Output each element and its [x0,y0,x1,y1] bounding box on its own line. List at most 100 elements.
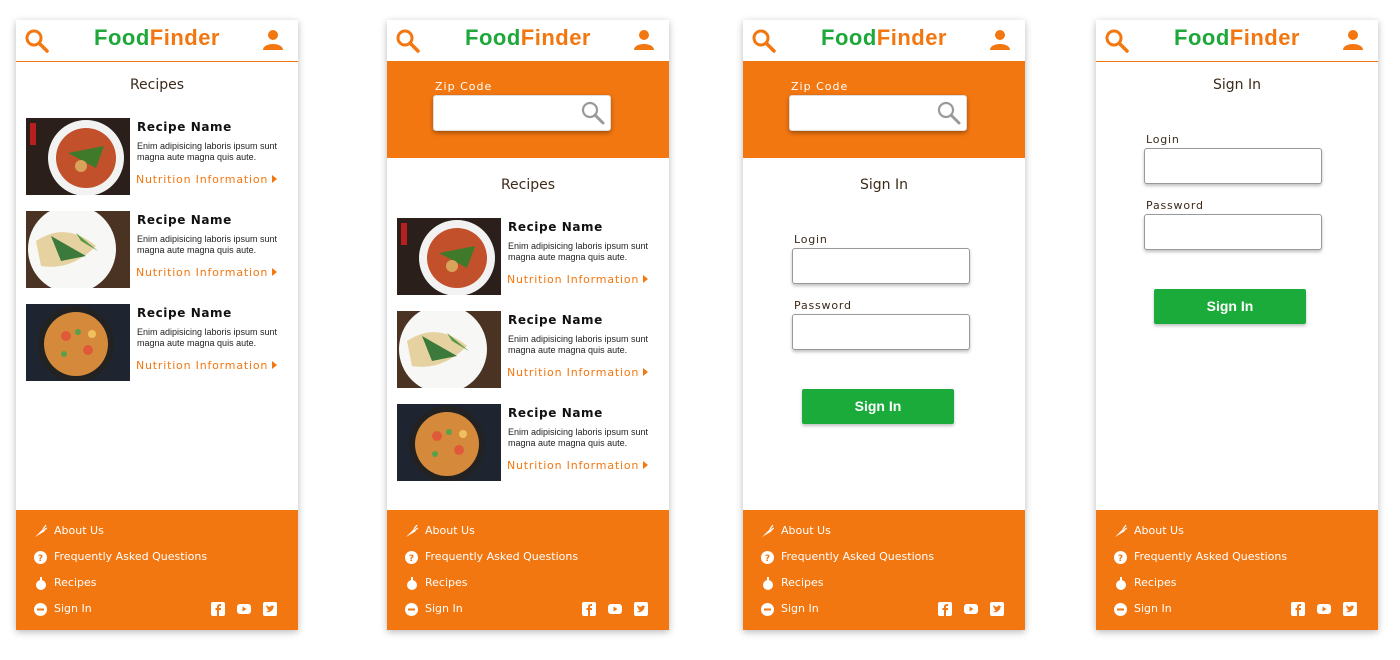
footer-recipes-label: Recipes [54,576,97,589]
zip-code-input[interactable] [433,95,611,131]
nutrition-info-label: Nutrition Information [136,266,269,279]
recipe-name[interactable]: Recipe Name [508,220,603,234]
zip-search-band: Zip Code [743,62,1025,158]
phone-screen-recipes: FoodFinder Recipes Recipe Name Enim adip… [16,20,298,630]
nutrition-info-label: Nutrition Information [136,359,269,372]
facebook-icon[interactable] [1291,602,1305,616]
app-logo[interactable]: FoodFinder [16,25,298,51]
question-icon: ? [34,551,47,564]
password-label: Password [794,299,852,312]
footer-about-us-label: About Us [54,524,104,537]
question-icon: ? [761,551,774,564]
youtube-icon[interactable] [237,602,251,616]
nutrition-info-link[interactable]: Nutrition Information [507,459,649,472]
recipe-description: Enim adipisicing laboris ipsum sunt magn… [137,141,278,162]
user-icon[interactable] [262,29,284,51]
logo-food-text: Food [94,25,150,50]
recipe-name[interactable]: Recipe Name [137,306,232,320]
user-icon[interactable] [633,29,655,51]
logo-finder-text: Finder [876,25,947,50]
recipe-card[interactable]: Recipe Name Enim adipisicing laboris ips… [26,118,291,196]
recipe-card[interactable]: Recipe Name Enim adipisicing laboris ips… [397,218,662,296]
user-icon[interactable] [1342,29,1364,51]
login-input[interactable] [792,248,970,284]
twitter-icon[interactable] [634,602,648,616]
recipe-card[interactable]: Recipe Name Enim adipisicing laboris ips… [397,404,662,482]
paella-photo[interactable] [397,404,501,481]
app-logo[interactable]: FoodFinder [1096,25,1378,51]
app-logo[interactable]: FoodFinder [387,25,669,51]
twitter-icon[interactable] [990,602,1004,616]
recipe-name[interactable]: Recipe Name [508,313,603,327]
logo-finder-text: Finder [1229,25,1300,50]
recipe-card[interactable]: Recipe Name Enim adipisicing laboris ips… [26,211,291,289]
apple-icon [763,577,773,590]
login-label: Login [794,233,828,246]
twitter-icon[interactable] [1343,602,1357,616]
footer-faq-label: Frequently Asked Questions [425,550,579,563]
app-header: FoodFinder [387,20,669,62]
zip-search-band: Zip Code [387,62,669,158]
recipe-name[interactable]: Recipe Name [137,213,232,227]
sign-in-button[interactable]: Sign In [802,389,954,424]
recipe-name[interactable]: Recipe Name [508,406,603,420]
zip-code-label: Zip Code [435,80,493,93]
user-icon[interactable] [989,29,1011,51]
nutrition-info-link[interactable]: Nutrition Information [136,173,278,186]
nutrition-info-label: Nutrition Information [136,173,269,186]
nutrition-info-link[interactable]: Nutrition Information [136,266,278,279]
phone-screen-zip-recipes: FoodFinder Zip Code Recipes Recipe Name … [387,20,669,630]
question-icon: ? [405,551,418,564]
search-icon[interactable] [936,100,962,126]
phone-screen-zip-signin: FoodFinder Zip Code Sign In Login Passwo… [743,20,1025,630]
logo-food-text: Food [821,25,877,50]
curry-soup-photo[interactable] [26,118,130,195]
youtube-icon[interactable] [1317,602,1331,616]
footer-faq-label: Frequently Asked Questions [1134,550,1288,563]
carrot-icon [406,525,418,537]
apple-icon [407,577,417,590]
footer-faq-label: Frequently Asked Questions [54,550,208,563]
signin-icon [34,603,47,616]
footer-about-us-label: About Us [1134,524,1184,537]
twitter-icon[interactable] [263,602,277,616]
nutrition-info-link[interactable]: Nutrition Information [507,273,649,286]
app-footer: About Us ? Frequently Asked Questions Rec… [16,510,298,630]
zip-code-input[interactable] [789,95,967,131]
footer-about-us-label: About Us [781,524,831,537]
facebook-icon[interactable] [211,602,225,616]
nutrition-info-link[interactable]: Nutrition Information [507,366,649,379]
recipes-title: Recipes [129,77,185,93]
curry-soup-photo[interactable] [397,218,501,295]
footer-sign-in-label: Sign In [54,602,92,615]
footer-recipes-label: Recipes [1134,576,1177,589]
signin-title: Sign In [860,177,908,193]
carrot-icon [1115,525,1127,537]
password-input[interactable] [792,314,970,350]
login-input[interactable] [1144,148,1322,184]
youtube-icon[interactable] [608,602,622,616]
logo-finder-text: Finder [149,25,220,50]
footer-about-us-label: About Us [425,524,475,537]
nutrition-info-link[interactable]: Nutrition Information [136,359,278,372]
recipe-name[interactable]: Recipe Name [137,120,232,134]
sign-in-button[interactable]: Sign In [1154,289,1306,324]
search-icon[interactable] [580,100,606,126]
recipe-card[interactable]: Recipe Name Enim adipisicing laboris ips… [26,304,291,382]
question-icon: ? [1114,551,1127,564]
youtube-icon[interactable] [964,602,978,616]
paella-photo[interactable] [26,304,130,381]
facebook-icon[interactable] [938,602,952,616]
pasta-photo[interactable] [397,311,501,388]
recipe-card[interactable]: Recipe Name Enim adipisicing laboris ips… [397,311,662,389]
footer-faq-label: Frequently Asked Questions [781,550,935,563]
app-header: FoodFinder [1096,20,1378,62]
recipe-description: Enim adipisicing laboris ipsum sunt magn… [508,334,649,355]
password-input[interactable] [1144,214,1322,250]
recipe-description: Enim adipisicing laboris ipsum sunt magn… [508,241,649,262]
app-header: FoodFinder [16,20,298,62]
pasta-photo[interactable] [26,211,130,288]
svg-text:?: ? [765,554,770,564]
app-logo[interactable]: FoodFinder [743,25,1025,51]
facebook-icon[interactable] [582,602,596,616]
